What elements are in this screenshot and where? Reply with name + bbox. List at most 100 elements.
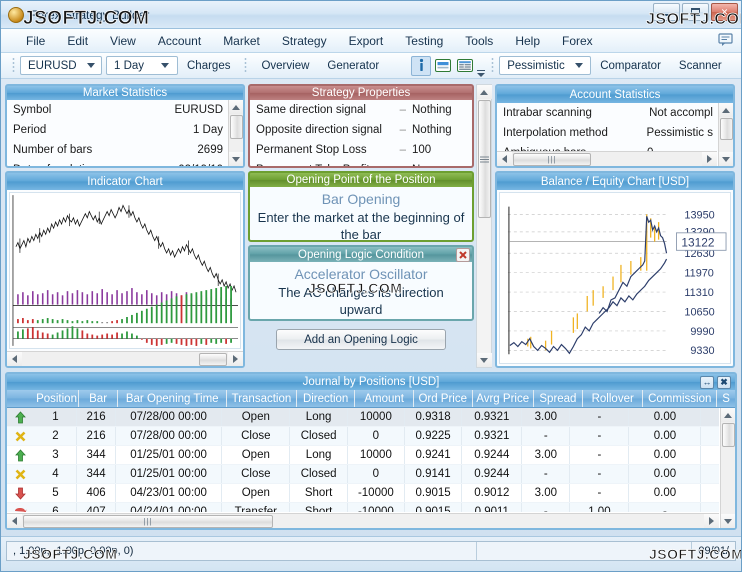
comparator-button[interactable]: Comparator <box>591 56 670 76</box>
account-statistics-hscrollbar[interactable]: ||| <box>497 151 717 166</box>
col-ord-price[interactable]: Ord Price <box>413 390 472 407</box>
col-icon[interactable] <box>7 390 35 407</box>
scroll-down-button[interactable] <box>721 514 736 528</box>
col-commission[interactable]: Commission <box>642 390 716 407</box>
add-opening-logic-button[interactable]: Add an Opening Logic <box>276 329 446 350</box>
indicator-chart-hscrollbar[interactable] <box>7 351 243 366</box>
account-report-icon[interactable] <box>433 56 453 76</box>
menu-tools[interactable]: Tools <box>454 31 504 51</box>
journal-close-button[interactable]: ✖ <box>717 376 731 389</box>
table-row[interactable]: 5 406 04/23/01 00:00 Open Short -10000 0… <box>7 484 719 503</box>
scroll-right-button[interactable] <box>704 514 719 528</box>
hscroll-thumb[interactable]: ||| <box>23 515 273 528</box>
account-statistics-caption: Account Statistics <box>497 86 733 103</box>
table-row[interactable]: 6 407 04/24/01 00:00 Transfer Short -100… <box>7 503 719 512</box>
menu-view[interactable]: View <box>99 31 147 51</box>
interpolation-combo[interactable]: Pessimistic <box>499 56 591 75</box>
table-row[interactable]: 3 344 01/25/01 00:00 Open Long 10000 0.9… <box>7 446 719 465</box>
hscroll-thumb[interactable] <box>199 353 227 366</box>
cell-ord-price: 0.9225 <box>404 427 461 445</box>
cell-transaction: Close <box>221 427 289 445</box>
cell-bar: 344 <box>76 446 115 464</box>
generator-button[interactable]: Generator <box>318 56 388 76</box>
menu-market[interactable]: Market <box>212 31 271 51</box>
opening-point-body[interactable]: Bar Opening Enter the market at the begi… <box>250 187 472 240</box>
close-button[interactable]: ✕ <box>711 3 738 21</box>
table-row[interactable]: 1 216 07/28/00 00:00 Open Long 10000 0.9… <box>7 408 719 427</box>
charges-button[interactable]: Charges <box>178 56 239 76</box>
balance-equity-canvas[interactable]: 13950 13290 12630 11970 11310 10650 9990… <box>499 192 731 364</box>
scroll-down-button[interactable] <box>229 152 244 166</box>
scroll-thumb[interactable] <box>478 100 491 218</box>
scanner-button[interactable]: Scanner <box>670 56 731 76</box>
col-rollover[interactable]: Rollover <box>582 390 642 407</box>
opening-logic-caption: Opening Logic Condition <box>250 247 472 262</box>
menu-testing[interactable]: Testing <box>394 31 454 51</box>
scroll-up-button[interactable] <box>229 100 244 114</box>
scroll-thumb[interactable] <box>722 423 735 447</box>
col-transaction[interactable]: Transaction <box>226 390 296 407</box>
opening-logic-panel: Opening Logic Condition Accelerator Osci… <box>248 245 474 321</box>
col-s[interactable]: S <box>716 390 735 407</box>
col-avrg-price[interactable]: Avrg Price <box>472 390 533 407</box>
col-bar-opening-time[interactable]: Bar Opening Time <box>117 390 226 407</box>
scroll-up-button[interactable] <box>477 85 492 99</box>
journal-expand-button[interactable]: ↔ <box>700 376 714 389</box>
toolbar-grip[interactable] <box>12 57 15 74</box>
account-statistics-scrollbar[interactable] <box>718 103 733 166</box>
hscroll-thumb[interactable]: ||| <box>513 153 591 166</box>
journal-grid-icon[interactable] <box>455 56 475 76</box>
cell-position: 2 <box>35 427 77 445</box>
toolbar-grip-2[interactable] <box>244 57 247 74</box>
scroll-left-button[interactable] <box>7 514 22 528</box>
toolbar-grip-3[interactable] <box>491 57 494 74</box>
opening-logic-body[interactable]: Accelerator Oscillator The AC changes it… <box>250 262 472 319</box>
journal-hscrollbar[interactable]: ||| <box>7 513 719 528</box>
cell-spread: - <box>521 427 569 445</box>
stat-key: Permanent Take Profit <box>256 164 394 166</box>
col-position[interactable]: Position <box>35 390 77 407</box>
menu-strategy[interactable]: Strategy <box>271 31 338 51</box>
scroll-thumb[interactable] <box>230 115 243 139</box>
table-row[interactable]: 2 216 07/28/00 00:00 Close Closed 0 0.92… <box>7 427 719 446</box>
svg-text:9330: 9330 <box>690 345 714 357</box>
scroll-up-button[interactable] <box>721 408 736 422</box>
middle-column-scrollbar[interactable] <box>476 84 492 368</box>
opening-logic-description: The AC changes its direction upward <box>256 284 466 318</box>
maximize-button[interactable] <box>682 3 709 21</box>
menu-file[interactable]: File <box>15 31 56 51</box>
scroll-left-button[interactable] <box>497 152 512 166</box>
col-amount[interactable]: Amount <box>354 390 413 407</box>
menu-account[interactable]: Account <box>147 31 212 51</box>
col-spread[interactable]: Spread <box>533 390 582 407</box>
menu-help[interactable]: Help <box>504 31 551 51</box>
info-icon[interactable] <box>411 56 431 76</box>
period-combo[interactable]: 1 Day <box>106 56 178 75</box>
menu-forex[interactable]: Forex <box>551 31 604 51</box>
close-x-icon[interactable] <box>456 248 470 262</box>
scroll-up-button[interactable] <box>719 103 734 117</box>
symbol-combo[interactable]: EURUSD <box>20 56 102 75</box>
scroll-down-button[interactable] <box>719 152 734 166</box>
scroll-right-button[interactable] <box>702 152 717 166</box>
scroll-right-button[interactable] <box>228 352 243 366</box>
scroll-down-button[interactable] <box>477 353 492 367</box>
table-row[interactable]: 4 344 01/25/01 00:00 Close Closed 0 0.91… <box>7 465 719 484</box>
market-statistics-scrollbar[interactable] <box>228 100 243 166</box>
cell-time: 07/28/00 00:00 <box>115 408 221 426</box>
col-bar[interactable]: Bar <box>78 390 118 407</box>
scroll-left-button[interactable] <box>7 352 22 366</box>
journal-vscrollbar[interactable] <box>720 408 735 528</box>
indicator-chart-canvas[interactable] <box>9 192 241 349</box>
col-direction[interactable]: Direction <box>296 390 355 407</box>
stat-key: Symbol <box>13 104 174 116</box>
toolbar-overflow[interactable] <box>476 55 486 77</box>
overview-button[interactable]: Overview <box>252 56 318 76</box>
menu-edit[interactable]: Edit <box>56 31 99 51</box>
cell-ord-price: 0.9318 <box>404 408 461 426</box>
comment-icon[interactable] <box>718 33 733 47</box>
minimize-button[interactable] <box>653 3 680 21</box>
menu-export[interactable]: Export <box>338 31 395 51</box>
scroll-thumb[interactable] <box>720 118 733 140</box>
transfer-red-icon <box>7 503 35 512</box>
